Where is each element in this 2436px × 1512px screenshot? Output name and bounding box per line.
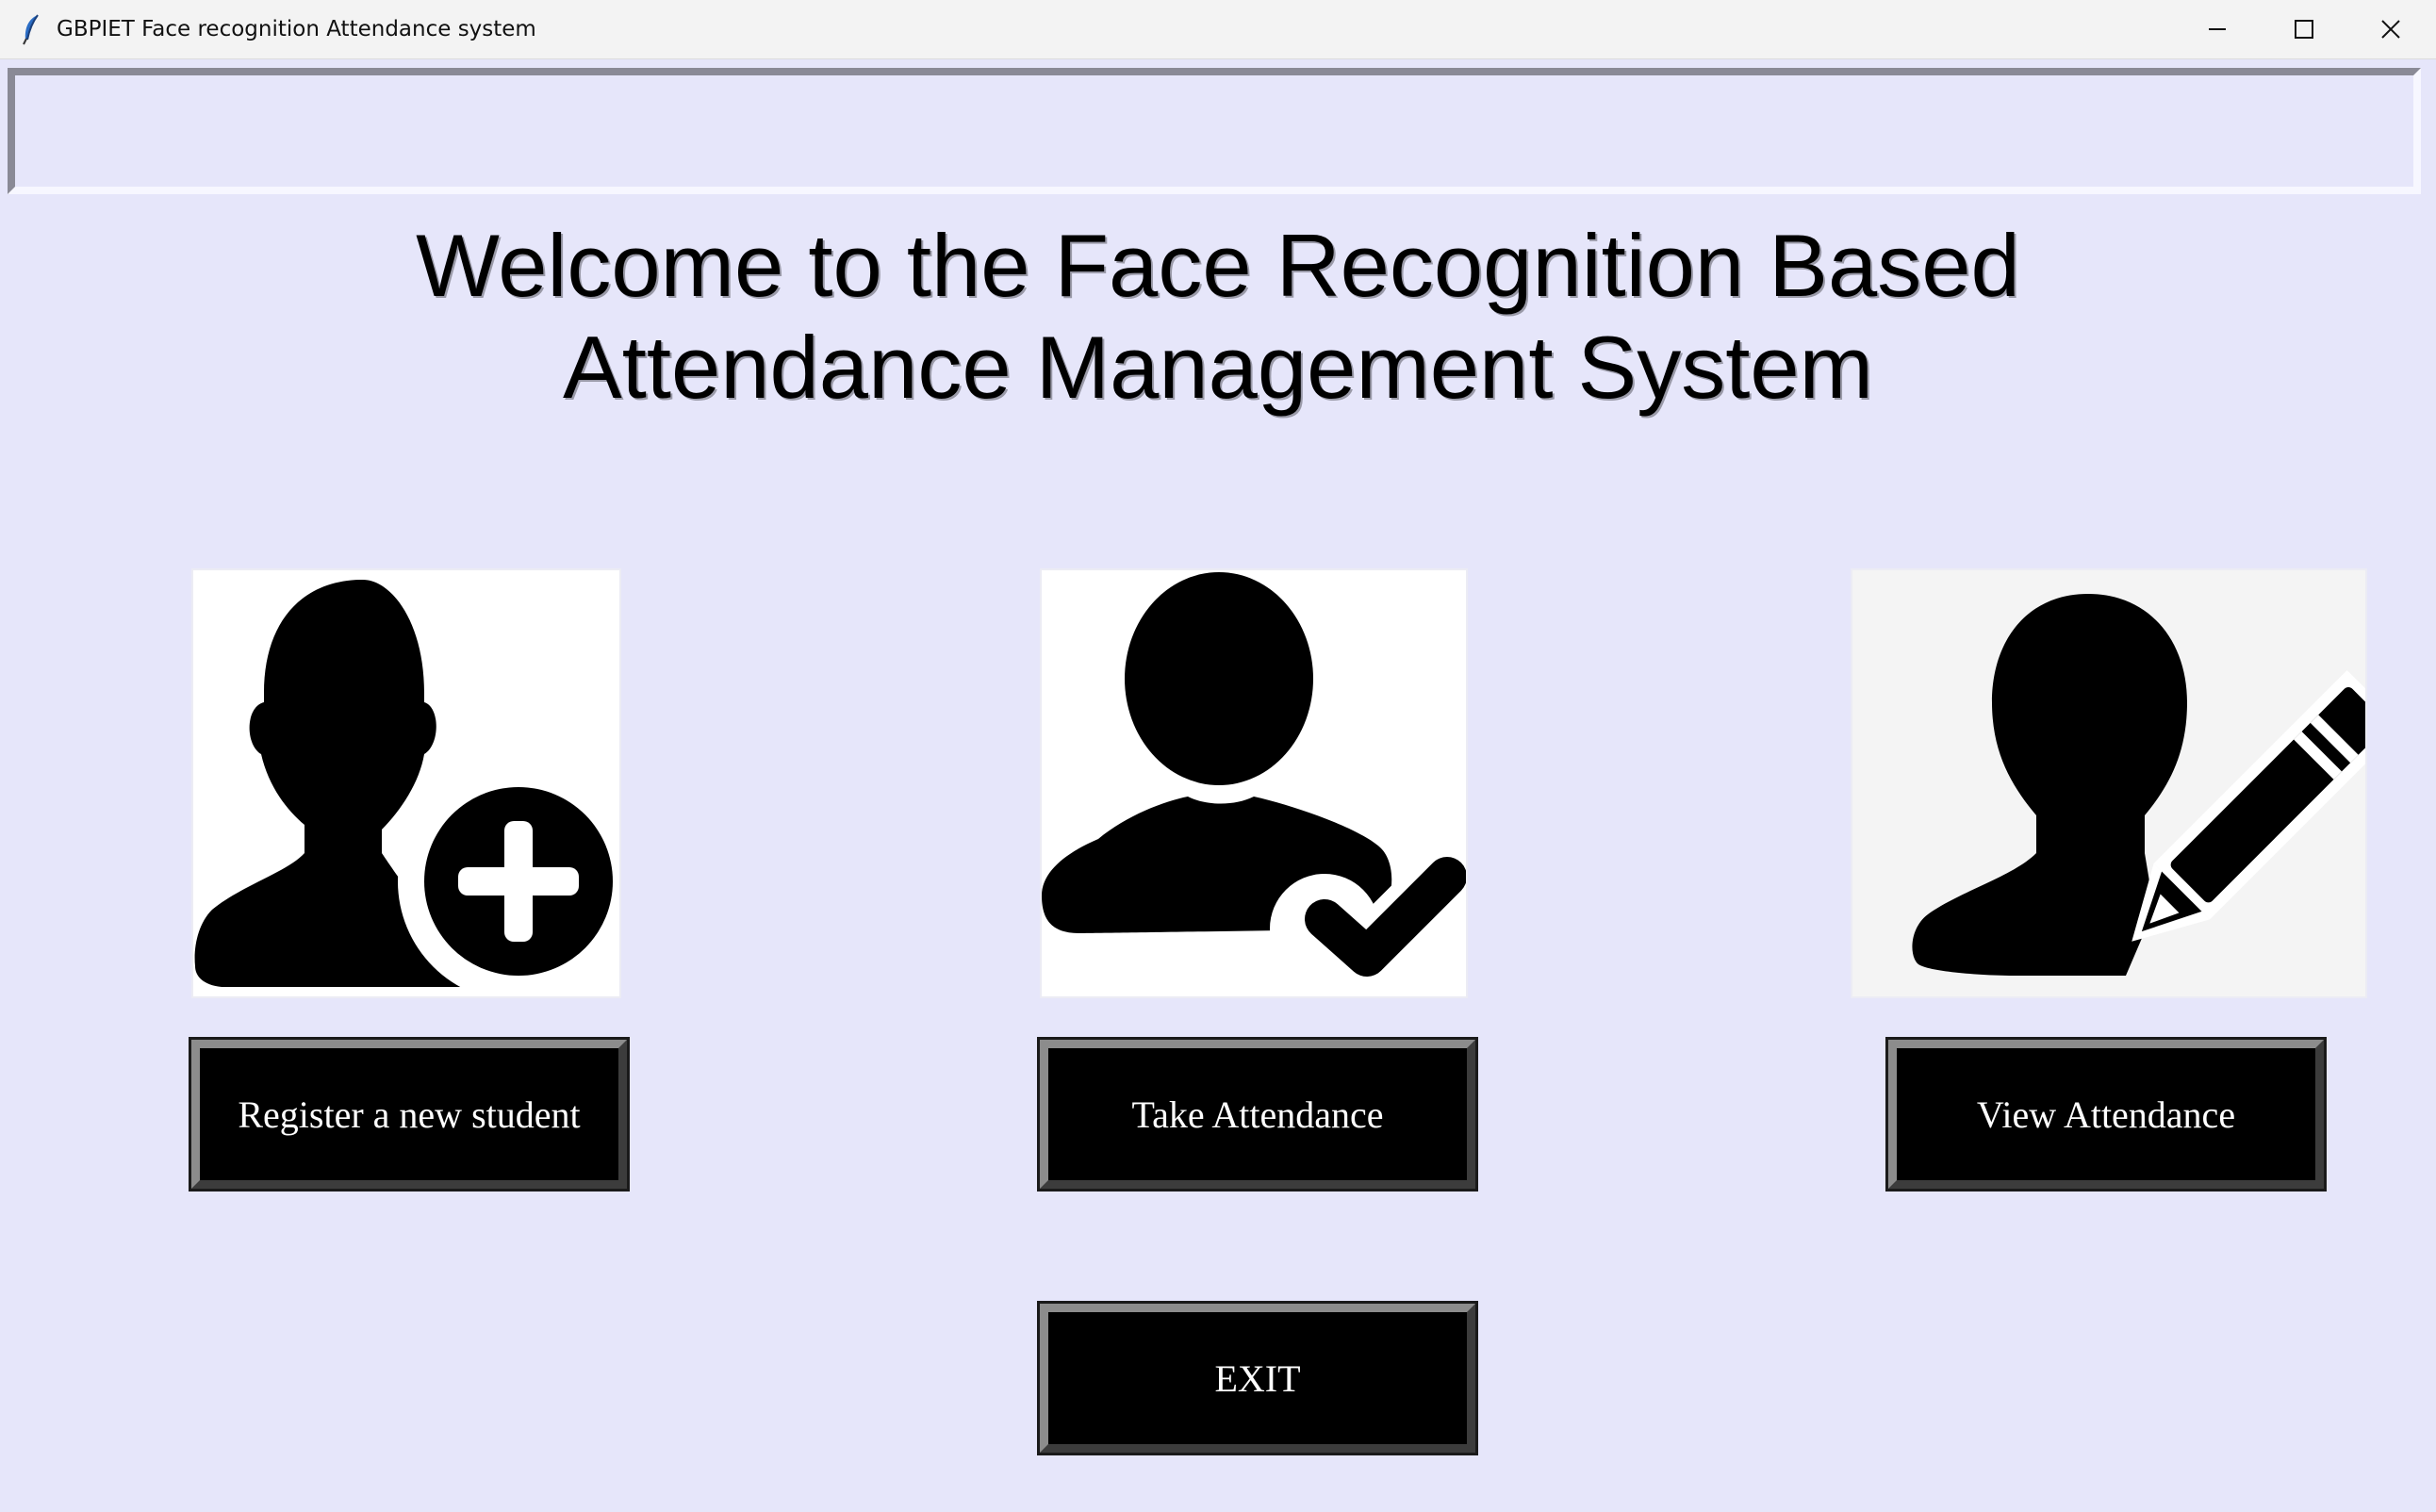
register-student-button[interactable]: Register a new student <box>189 1037 630 1192</box>
exit-button[interactable]: EXIT <box>1037 1301 1478 1455</box>
take-attendance-image <box>1040 568 1468 998</box>
close-icon <box>2381 20 2400 39</box>
window-title: GBPIET Face recognition Attendance syste… <box>57 17 536 41</box>
page-title-line-1: Welcome to the Face Recognition Based <box>416 216 2020 315</box>
view-attendance-image <box>1851 568 2367 998</box>
title-bar: GBPIET Face recognition Attendance syste… <box>0 0 2436 59</box>
page-title-line-2: Attendance Management System <box>563 318 1873 417</box>
page-title: Welcome to the Face Recognition Based At… <box>0 215 2436 419</box>
user-edit-icon <box>1912 594 2365 976</box>
view-attendance-button[interactable]: View Attendance <box>1885 1037 2327 1192</box>
add-user-icon <box>194 580 619 996</box>
user-check-icon <box>1042 572 1466 990</box>
close-button[interactable] <box>2347 0 2434 58</box>
top-frame <box>8 68 2421 194</box>
minimize-button[interactable] <box>2174 0 2261 58</box>
maximize-button[interactable] <box>2261 0 2347 58</box>
take-attendance-button[interactable]: Take Attendance <box>1037 1037 1478 1192</box>
maximize-icon <box>2295 20 2313 39</box>
minimize-icon <box>2209 28 2226 30</box>
register-image <box>191 568 621 998</box>
feather-icon <box>23 14 39 45</box>
app-window: GBPIET Face recognition Attendance syste… <box>0 0 2436 1512</box>
